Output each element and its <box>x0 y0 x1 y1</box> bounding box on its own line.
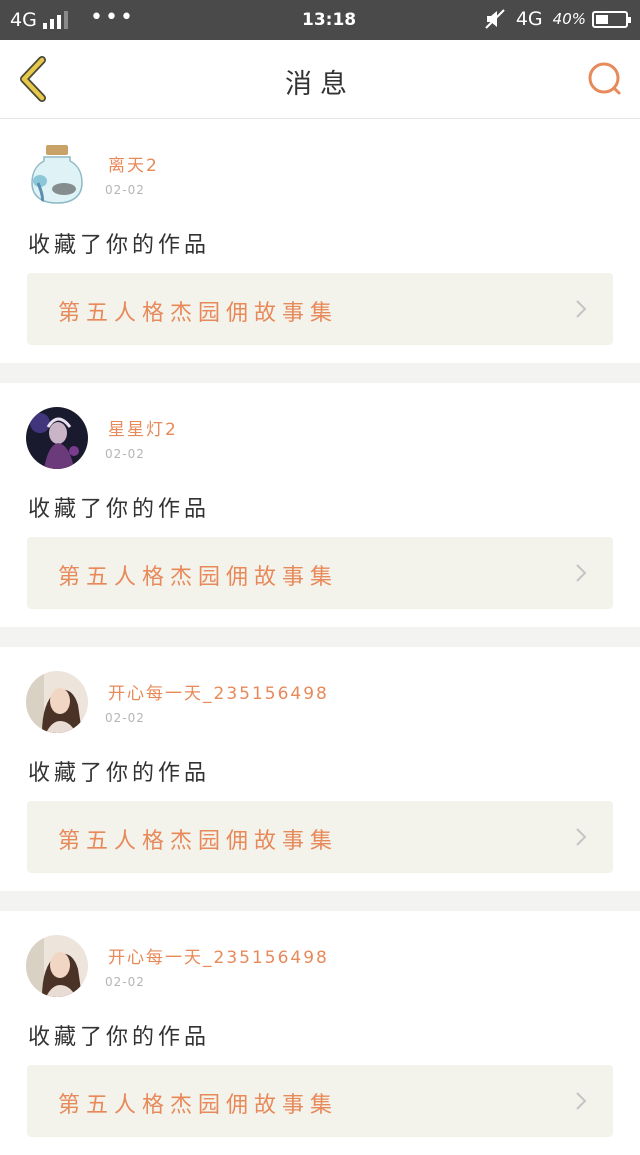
message-action-text: 收藏了你的作品 <box>28 497 211 522</box>
divider <box>0 891 640 911</box>
avatar[interactable] <box>26 671 88 733</box>
divider <box>0 363 640 383</box>
message-card: 开心每一天_235156498 02-02 收藏了你的作品 第五人格杰园佣故事集 <box>0 911 640 1155</box>
message-action-text: 收藏了你的作品 <box>28 1025 211 1050</box>
message-card: 开心每一天_235156498 02-02 收藏了你的作品 第五人格杰园佣故事集 <box>0 647 640 891</box>
username[interactable]: 开心每一天_235156498 <box>108 943 329 968</box>
page-title: 消息 <box>285 69 355 100</box>
username[interactable]: 星星灯2 <box>108 415 178 440</box>
message-card: 离天2 02-02 收藏了你的作品 第五人格杰园佣故事集 <box>0 119 640 363</box>
message-date: 02-02 <box>105 183 145 197</box>
divider <box>0 627 640 647</box>
username[interactable]: 开心每一天_235156498 <box>108 679 329 704</box>
work-title: 第五人格杰园佣故事集 <box>58 829 339 854</box>
chevron-right-icon <box>576 300 587 318</box>
battery-percent: 40% <box>552 10 586 28</box>
search-icon <box>588 62 621 95</box>
chevron-right-icon <box>576 564 587 582</box>
message-date: 02-02 <box>105 975 145 989</box>
status-time: 13:18 <box>302 10 357 30</box>
work-title: 第五人格杰园佣故事集 <box>58 1093 339 1118</box>
header: 消息 <box>0 40 640 119</box>
message-date: 02-02 <box>105 711 145 725</box>
message-action-text: 收藏了你的作品 <box>28 761 211 786</box>
work-link[interactable]: 第五人格杰园佣故事集 <box>27 801 613 873</box>
status-left: 4G <box>10 9 71 31</box>
username[interactable]: 离天2 <box>108 151 159 176</box>
message-card: 星星灯2 02-02 收藏了你的作品 第五人格杰园佣故事集 <box>0 383 640 627</box>
signal-icon <box>42 11 71 29</box>
work-link[interactable]: 第五人格杰园佣故事集 <box>27 273 613 345</box>
status-right: 4G 40% <box>484 8 631 30</box>
more-notifications-icon: ••• <box>90 5 135 30</box>
avatar[interactable] <box>26 935 88 997</box>
chevron-right-icon <box>576 828 587 846</box>
search-button[interactable] <box>586 60 624 98</box>
status-bar: 4G ••• 13:18 4G 40% <box>0 0 640 40</box>
work-title: 第五人格杰园佣故事集 <box>58 565 339 590</box>
chevron-right-icon <box>576 1092 587 1110</box>
message-date: 02-02 <box>105 447 145 461</box>
work-title: 第五人格杰园佣故事集 <box>58 301 339 326</box>
work-link[interactable]: 第五人格杰园佣故事集 <box>27 1065 613 1137</box>
work-link[interactable]: 第五人格杰园佣故事集 <box>27 537 613 609</box>
message-action-text: 收藏了你的作品 <box>28 233 211 258</box>
network-type-right: 4G <box>515 8 543 30</box>
mute-icon <box>484 8 506 30</box>
avatar[interactable] <box>26 407 88 469</box>
network-type-left: 4G <box>10 9 37 31</box>
battery-icon <box>592 10 631 28</box>
avatar[interactable] <box>26 143 88 205</box>
